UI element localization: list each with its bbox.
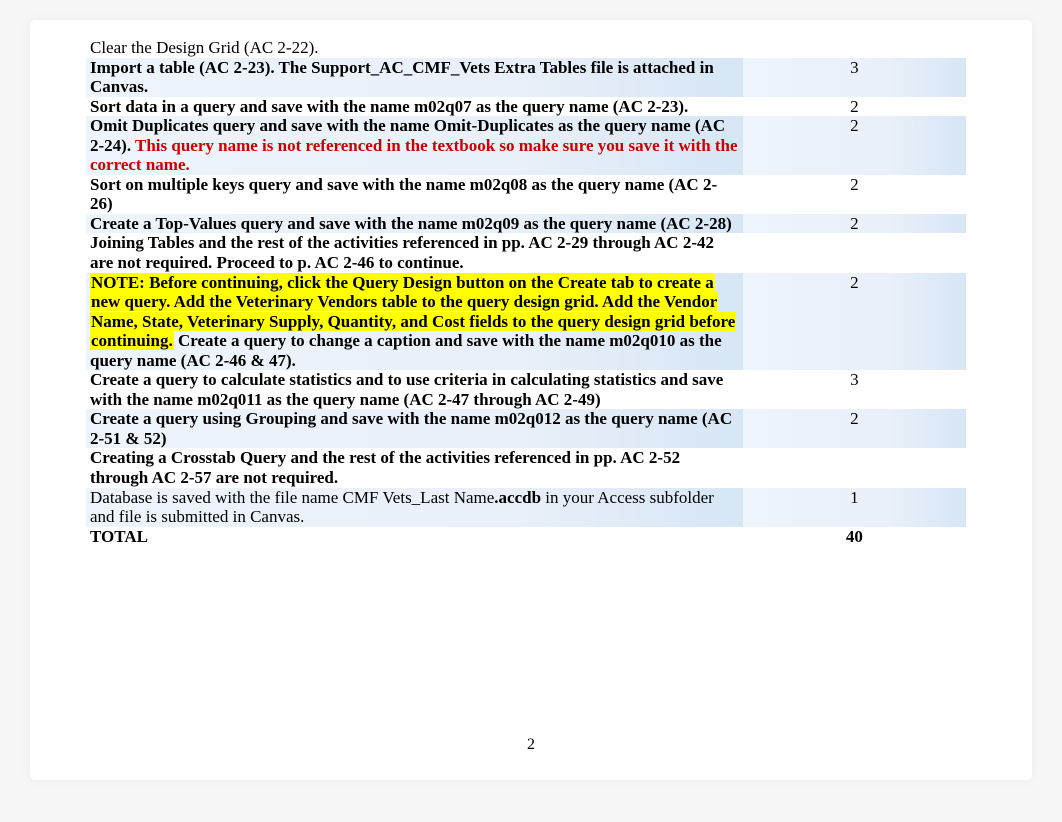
- row-points: 3: [743, 58, 966, 97]
- row-points: [743, 448, 966, 487]
- row-description: Create a query to calculate statistics a…: [86, 370, 743, 409]
- document-page: Clear the Design Grid (AC 2-22).Import a…: [30, 20, 1032, 780]
- table-row: Sort data in a query and save with the n…: [86, 97, 966, 117]
- row-description: Sort on multiple keys query and save wit…: [86, 175, 743, 214]
- row-description: Database is saved with the file name CMF…: [86, 488, 743, 527]
- row-description: Clear the Design Grid (AC 2-22).: [86, 38, 743, 58]
- row-description: Import a table (AC 2-23). The Support_AC…: [86, 58, 743, 97]
- text-segment: Sort data in a query and save with the n…: [90, 97, 688, 116]
- row-points: [743, 38, 966, 58]
- total-points: 40: [743, 527, 966, 547]
- row-points: 2: [743, 409, 966, 448]
- text-segment: Import a table (AC 2-23). The Support_AC…: [90, 58, 714, 97]
- text-segment: Joining Tables and the rest of the activ…: [90, 233, 714, 272]
- rubric-table: Clear the Design Grid (AC 2-22).Import a…: [86, 38, 966, 546]
- text-segment: Sort on multiple keys query and save wit…: [90, 175, 717, 214]
- row-points: 2: [743, 214, 966, 234]
- row-points: 2: [743, 273, 966, 371]
- text-segment: Clear the Design Grid (AC 2-22).: [90, 38, 319, 57]
- row-points: 2: [743, 175, 966, 214]
- table-row: NOTE: Before continuing, click the Query…: [86, 273, 966, 371]
- table-row: Sort on multiple keys query and save wit…: [86, 175, 966, 214]
- text-segment: This query name is not referenced in the…: [90, 136, 738, 175]
- row-description: Creating a Crosstab Query and the rest o…: [86, 448, 743, 487]
- row-points: 3: [743, 370, 966, 409]
- table-row: Create a query to calculate statistics a…: [86, 370, 966, 409]
- total-label: TOTAL: [86, 527, 743, 547]
- table-row: Clear the Design Grid (AC 2-22).: [86, 38, 966, 58]
- row-points: 2: [743, 116, 966, 175]
- row-points: [743, 233, 966, 272]
- row-description: Joining Tables and the rest of the activ…: [86, 233, 743, 272]
- text-segment: Creating a Crosstab Query and the rest o…: [90, 448, 680, 487]
- row-points: 1: [743, 488, 966, 527]
- table-row: Create a query using Grouping and save w…: [86, 409, 966, 448]
- row-description: Create a query using Grouping and save w…: [86, 409, 743, 448]
- row-description: NOTE: Before continuing, click the Query…: [86, 273, 743, 371]
- table-row: Omit Duplicates query and save with the …: [86, 116, 966, 175]
- text-segment: Create a query to calculate statistics a…: [90, 370, 723, 409]
- table-row: Create a Top-Values query and save with …: [86, 214, 966, 234]
- table-row: Import a table (AC 2-23). The Support_AC…: [86, 58, 966, 97]
- row-description: Omit Duplicates query and save with the …: [86, 116, 743, 175]
- table-row: Creating a Crosstab Query and the rest o…: [86, 448, 966, 487]
- table-row: Joining Tables and the rest of the activ…: [86, 233, 966, 272]
- row-points: 2: [743, 97, 966, 117]
- text-segment: Create a Top-Values query and save with …: [90, 214, 732, 233]
- table-row: Database is saved with the file name CMF…: [86, 488, 966, 527]
- text-segment: Create a query to change a caption and s…: [90, 331, 722, 370]
- total-row: TOTAL40: [86, 527, 966, 547]
- row-description: Sort data in a query and save with the n…: [86, 97, 743, 117]
- text-segment: Database is saved with the file name CMF…: [90, 488, 494, 507]
- row-description: Create a Top-Values query and save with …: [86, 214, 743, 234]
- text-segment: .accdb: [494, 488, 541, 507]
- page-number: 2: [30, 736, 1032, 754]
- text-segment: Create a query using Grouping and save w…: [90, 409, 732, 448]
